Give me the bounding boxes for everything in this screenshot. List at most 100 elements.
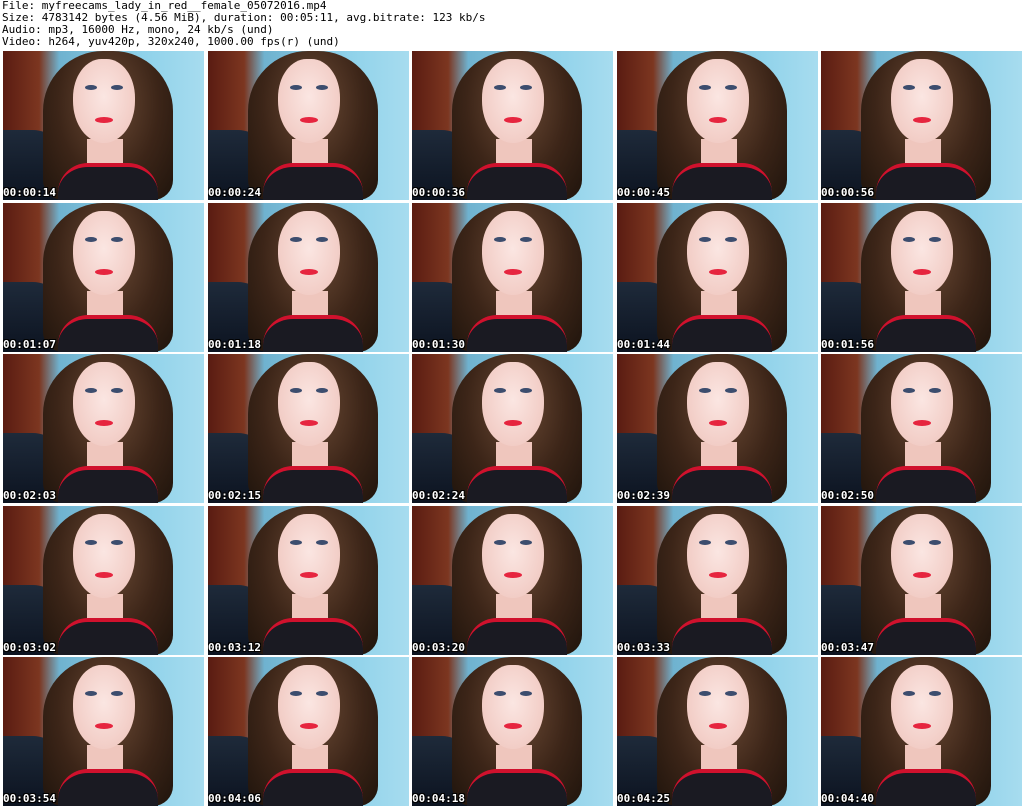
eye-shape — [903, 540, 915, 545]
thumbnail-timestamp: 00:02:39 — [617, 489, 670, 502]
eye-shape — [316, 540, 328, 545]
thumbnail-timestamp: 00:02:50 — [821, 489, 874, 502]
thumbnail-timestamp: 00:04:25 — [617, 792, 670, 805]
eye-shape — [929, 388, 941, 393]
clothing-shape — [263, 315, 363, 352]
eye-shape — [290, 540, 302, 545]
clothing-shape — [467, 466, 567, 503]
video-thumbnail: 00:03:12 — [208, 506, 409, 655]
clothing-shape — [876, 466, 976, 503]
video-thumbnail: 00:01:18 — [208, 203, 409, 352]
video-thumbnail: 00:02:15 — [208, 354, 409, 503]
eye-shape — [85, 237, 97, 242]
clothing-shape — [876, 163, 976, 200]
eye-shape — [699, 85, 711, 90]
eye-shape — [290, 691, 302, 696]
eye-shape — [316, 85, 328, 90]
clothing-shape — [876, 315, 976, 352]
eye-shape — [903, 388, 915, 393]
clothing-shape — [467, 618, 567, 655]
clothing-shape — [58, 315, 158, 352]
video-thumbnail: 00:01:56 — [821, 203, 1022, 352]
face-shape — [278, 665, 340, 749]
thumbnail-timestamp: 00:04:06 — [208, 792, 261, 805]
face-shape — [891, 59, 953, 143]
video-thumbnail: 00:03:33 — [617, 506, 818, 655]
lips-shape — [709, 269, 727, 275]
thumbnail-timestamp: 00:03:20 — [412, 641, 465, 654]
audio-info-line: Audio: mp3, 16000 Hz, mono, 24 kb/s (und… — [2, 24, 274, 36]
lips-shape — [300, 420, 318, 426]
eye-shape — [290, 85, 302, 90]
clothing-shape — [672, 466, 772, 503]
video-thumbnail: 00:02:03 — [3, 354, 204, 503]
video-thumbnail: 00:00:24 — [208, 51, 409, 200]
eye-shape — [290, 237, 302, 242]
face-shape — [482, 211, 544, 295]
clothing-shape — [672, 769, 772, 806]
face-shape — [891, 362, 953, 446]
eye-shape — [929, 540, 941, 545]
lips-shape — [913, 117, 931, 123]
clothing-shape — [263, 769, 363, 806]
lips-shape — [504, 572, 522, 578]
video-thumbnail: 00:04:18 — [412, 657, 613, 806]
video-thumbnail: 00:03:47 — [821, 506, 1022, 655]
thumbnail-timestamp: 00:00:14 — [3, 186, 56, 199]
eye-shape — [111, 691, 123, 696]
clothing-shape — [467, 315, 567, 352]
thumbnail-grid: 00:00:14 00:00:24 00:00:36 00:00:45 00:00:56… — [3, 51, 1022, 809]
eye-shape — [85, 540, 97, 545]
face-shape — [482, 362, 544, 446]
lips-shape — [709, 723, 727, 729]
eye-shape — [316, 388, 328, 393]
eye-shape — [520, 691, 532, 696]
video-thumbnail: 00:01:44 — [617, 203, 818, 352]
eye-shape — [316, 691, 328, 696]
thumbnail-timestamp: 00:00:36 — [412, 186, 465, 199]
eye-shape — [929, 237, 941, 242]
lips-shape — [913, 420, 931, 426]
lips-shape — [709, 572, 727, 578]
face-shape — [73, 211, 135, 295]
thumbnail-timestamp: 00:04:40 — [821, 792, 874, 805]
eye-shape — [494, 85, 506, 90]
lips-shape — [300, 117, 318, 123]
eye-shape — [699, 388, 711, 393]
face-shape — [891, 514, 953, 598]
file-size-line: Size: 4783142 bytes (4.56 MiB), duration… — [2, 12, 486, 24]
video-info-line: Video: h264, yuv420p, 320x240, 1000.00 f… — [2, 36, 340, 48]
lips-shape — [913, 269, 931, 275]
face-shape — [278, 362, 340, 446]
eye-shape — [111, 388, 123, 393]
face-shape — [73, 59, 135, 143]
lips-shape — [913, 572, 931, 578]
lips-shape — [709, 420, 727, 426]
thumbnail-timestamp: 00:01:56 — [821, 338, 874, 351]
face-shape — [278, 211, 340, 295]
face-shape — [687, 362, 749, 446]
eye-shape — [903, 691, 915, 696]
face-shape — [278, 514, 340, 598]
video-thumbnail: 00:03:54 — [3, 657, 204, 806]
eye-shape — [520, 237, 532, 242]
lips-shape — [504, 723, 522, 729]
lips-shape — [709, 117, 727, 123]
video-thumbnail: 00:04:40 — [821, 657, 1022, 806]
face-shape — [73, 665, 135, 749]
thumbnail-timestamp: 00:03:12 — [208, 641, 261, 654]
eye-shape — [85, 388, 97, 393]
thumbnail-timestamp: 00:02:24 — [412, 489, 465, 502]
lips-shape — [300, 269, 318, 275]
face-shape — [687, 514, 749, 598]
eye-shape — [929, 691, 941, 696]
face-shape — [687, 59, 749, 143]
lips-shape — [504, 269, 522, 275]
eye-shape — [111, 540, 123, 545]
video-thumbnail: 00:00:56 — [821, 51, 1022, 200]
thumbnail-timestamp: 00:03:33 — [617, 641, 670, 654]
eye-shape — [725, 85, 737, 90]
thumbnail-timestamp: 00:01:44 — [617, 338, 670, 351]
thumbnail-timestamp: 00:00:24 — [208, 186, 261, 199]
lips-shape — [504, 117, 522, 123]
